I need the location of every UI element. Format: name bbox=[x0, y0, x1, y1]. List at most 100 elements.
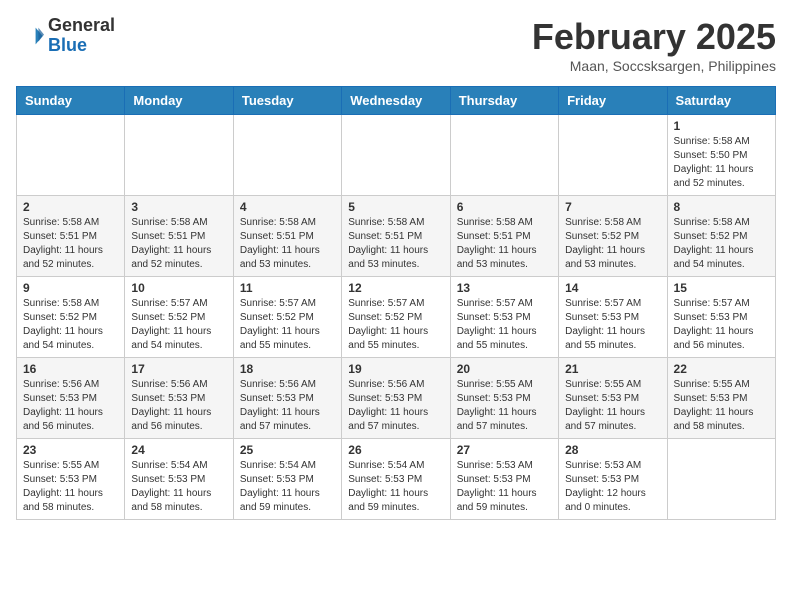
day-number: 16 bbox=[23, 362, 118, 376]
day-number: 6 bbox=[457, 200, 552, 214]
day-number: 21 bbox=[565, 362, 660, 376]
month-title: February 2025 bbox=[532, 16, 776, 58]
calendar-cell: 14Sunrise: 5:57 AM Sunset: 5:53 PM Dayli… bbox=[559, 277, 667, 358]
calendar-cell: 24 Sunrise: 5:54 AM Sunset: 5:53 PM Dayli… bbox=[125, 439, 233, 520]
weekday-header-wednesday: Wednesday bbox=[342, 87, 450, 115]
day-number: 4 bbox=[240, 200, 335, 214]
day-number: 28 bbox=[565, 443, 660, 457]
day-number: 14 bbox=[565, 281, 660, 295]
weekday-header-friday: Friday bbox=[559, 87, 667, 115]
calendar-cell: 13Sunrise: 5:57 AM Sunset: 5:53 PM Dayli… bbox=[450, 277, 558, 358]
day-number: 1 bbox=[674, 119, 769, 133]
calendar-cell bbox=[17, 115, 125, 196]
calendar-cell: 20Sunrise: 5:55 AM Sunset: 5:53 PM Dayli… bbox=[450, 358, 558, 439]
calendar-week-row: 1 Sunrise: 5:58 AM Sunset: 5:50 PM Daylig… bbox=[17, 115, 776, 196]
day-number: 13 bbox=[457, 281, 552, 295]
calendar-cell: 26 Sunrise: 5:54 AM Sunset: 5:53 PM Dayli… bbox=[342, 439, 450, 520]
day-info: Sunrise: 5:57 AM Sunset: 5:53 PM Dayligh… bbox=[674, 297, 769, 353]
day-number: 24 bbox=[131, 443, 226, 457]
weekday-header-saturday: Saturday bbox=[667, 87, 775, 115]
day-number: 26 bbox=[348, 443, 443, 457]
calendar-cell bbox=[233, 115, 341, 196]
day-info: Sunrise: 5:58 AM Sunset: 5:52 PM Dayligh… bbox=[23, 297, 118, 353]
calendar-cell bbox=[559, 115, 667, 196]
logo-icon bbox=[16, 22, 44, 50]
calendar-cell bbox=[342, 115, 450, 196]
day-info: Sunrise: 5:53 AM Sunset: 5:53 PM Dayligh… bbox=[565, 459, 660, 515]
day-number: 9 bbox=[23, 281, 118, 295]
calendar-cell: 11 Sunrise: 5:57 AM Sunset: 5:52 PM Dayli… bbox=[233, 277, 341, 358]
day-info: Sunrise: 5:56 AM Sunset: 5:53 PM Dayligh… bbox=[240, 378, 335, 434]
day-number: 11 bbox=[240, 281, 335, 295]
day-info: Sunrise: 5:58 AM Sunset: 5:51 PM Dayligh… bbox=[457, 216, 552, 272]
day-info: Sunrise: 5:58 AM Sunset: 5:50 PM Dayligh… bbox=[674, 135, 769, 191]
calendar-cell: 17 Sunrise: 5:56 AM Sunset: 5:53 PM Dayli… bbox=[125, 358, 233, 439]
day-info: Sunrise: 5:58 AM Sunset: 5:51 PM Dayligh… bbox=[348, 216, 443, 272]
calendar-cell bbox=[125, 115, 233, 196]
logo: General Blue bbox=[16, 16, 115, 56]
day-info: Sunrise: 5:55 AM Sunset: 5:53 PM Dayligh… bbox=[674, 378, 769, 434]
calendar-cell: 2Sunrise: 5:58 AM Sunset: 5:51 PM Daylig… bbox=[17, 196, 125, 277]
day-info: Sunrise: 5:55 AM Sunset: 5:53 PM Dayligh… bbox=[565, 378, 660, 434]
day-info: Sunrise: 5:54 AM Sunset: 5:53 PM Dayligh… bbox=[131, 459, 226, 515]
day-info: Sunrise: 5:53 AM Sunset: 5:53 PM Dayligh… bbox=[457, 459, 552, 515]
weekday-header-sunday: Sunday bbox=[17, 87, 125, 115]
day-info: Sunrise: 5:57 AM Sunset: 5:52 PM Dayligh… bbox=[131, 297, 226, 353]
weekday-header-monday: Monday bbox=[125, 87, 233, 115]
calendar-cell: 6 Sunrise: 5:58 AM Sunset: 5:51 PM Daylig… bbox=[450, 196, 558, 277]
calendar-cell: 1 Sunrise: 5:58 AM Sunset: 5:50 PM Daylig… bbox=[667, 115, 775, 196]
calendar-cell: 12Sunrise: 5:57 AM Sunset: 5:52 PM Dayli… bbox=[342, 277, 450, 358]
calendar-cell: 16Sunrise: 5:56 AM Sunset: 5:53 PM Dayli… bbox=[17, 358, 125, 439]
day-number: 2 bbox=[23, 200, 118, 214]
day-number: 8 bbox=[674, 200, 769, 214]
calendar-cell: 8Sunrise: 5:58 AM Sunset: 5:52 PM Daylig… bbox=[667, 196, 775, 277]
day-number: 5 bbox=[348, 200, 443, 214]
day-number: 18 bbox=[240, 362, 335, 376]
day-info: Sunrise: 5:56 AM Sunset: 5:53 PM Dayligh… bbox=[131, 378, 226, 434]
day-info: Sunrise: 5:57 AM Sunset: 5:52 PM Dayligh… bbox=[240, 297, 335, 353]
day-info: Sunrise: 5:54 AM Sunset: 5:53 PM Dayligh… bbox=[348, 459, 443, 515]
calendar-cell: 15 Sunrise: 5:57 AM Sunset: 5:53 PM Dayli… bbox=[667, 277, 775, 358]
calendar-cell: 4 Sunrise: 5:58 AM Sunset: 5:51 PM Daylig… bbox=[233, 196, 341, 277]
calendar-week-row: 9 Sunrise: 5:58 AM Sunset: 5:52 PM Daylig… bbox=[17, 277, 776, 358]
logo-general-text: General bbox=[48, 15, 115, 35]
calendar-cell: 25Sunrise: 5:54 AM Sunset: 5:53 PM Dayli… bbox=[233, 439, 341, 520]
day-info: Sunrise: 5:58 AM Sunset: 5:51 PM Dayligh… bbox=[131, 216, 226, 272]
day-number: 25 bbox=[240, 443, 335, 457]
day-number: 23 bbox=[23, 443, 118, 457]
day-info: Sunrise: 5:56 AM Sunset: 5:53 PM Dayligh… bbox=[348, 378, 443, 434]
page-header: General Blue February 2025 Maan, Soccsks… bbox=[16, 16, 776, 74]
title-block: February 2025 Maan, Soccsksargen, Philip… bbox=[532, 16, 776, 74]
calendar-cell: 22 Sunrise: 5:55 AM Sunset: 5:53 PM Dayli… bbox=[667, 358, 775, 439]
weekday-header-tuesday: Tuesday bbox=[233, 87, 341, 115]
day-number: 20 bbox=[457, 362, 552, 376]
day-number: 27 bbox=[457, 443, 552, 457]
day-number: 15 bbox=[674, 281, 769, 295]
calendar-cell: 7 Sunrise: 5:58 AM Sunset: 5:52 PM Daylig… bbox=[559, 196, 667, 277]
calendar-cell: 18 Sunrise: 5:56 AM Sunset: 5:53 PM Dayli… bbox=[233, 358, 341, 439]
day-number: 10 bbox=[131, 281, 226, 295]
calendar-cell: 19 Sunrise: 5:56 AM Sunset: 5:53 PM Dayli… bbox=[342, 358, 450, 439]
calendar-cell: 10 Sunrise: 5:57 AM Sunset: 5:52 PM Dayli… bbox=[125, 277, 233, 358]
calendar-week-row: 2 Sunrise: 5:58 AM Sunset: 5:51 PM Daylig… bbox=[17, 196, 776, 277]
day-number: 7 bbox=[565, 200, 660, 214]
day-number: 19 bbox=[348, 362, 443, 376]
weekday-header-thursday: Thursday bbox=[450, 87, 558, 115]
calendar-cell bbox=[450, 115, 558, 196]
day-number: 22 bbox=[674, 362, 769, 376]
day-info: Sunrise: 5:58 AM Sunset: 5:52 PM Dayligh… bbox=[565, 216, 660, 272]
calendar-week-row: 16 Sunrise: 5:56 AM Sunset: 5:53 PM Dayli… bbox=[17, 358, 776, 439]
location-subtitle: Maan, Soccsksargen, Philippines bbox=[532, 58, 776, 74]
calendar-table: SundayMondayTuesdayWednesdayThursdayFrid… bbox=[16, 86, 776, 520]
calendar-cell: 23 Sunrise: 5:55 AM Sunset: 5:53 PM Dayli… bbox=[17, 439, 125, 520]
calendar-cell bbox=[667, 439, 775, 520]
calendar-cell: 28 Sunrise: 5:53 AM Sunset: 5:53 PM Dayli… bbox=[559, 439, 667, 520]
day-info: Sunrise: 5:55 AM Sunset: 5:53 PM Dayligh… bbox=[23, 459, 118, 515]
calendar-cell: 27 Sunrise: 5:53 AM Sunset: 5:53 PM Dayli… bbox=[450, 439, 558, 520]
day-number: 17 bbox=[131, 362, 226, 376]
day-number: 3 bbox=[131, 200, 226, 214]
day-number: 12 bbox=[348, 281, 443, 295]
calendar-cell: 5 Sunrise: 5:58 AM Sunset: 5:51 PM Daylig… bbox=[342, 196, 450, 277]
day-info: Sunrise: 5:58 AM Sunset: 5:51 PM Dayligh… bbox=[240, 216, 335, 272]
calendar-cell: 21 Sunrise: 5:55 AM Sunset: 5:53 PM Dayli… bbox=[559, 358, 667, 439]
